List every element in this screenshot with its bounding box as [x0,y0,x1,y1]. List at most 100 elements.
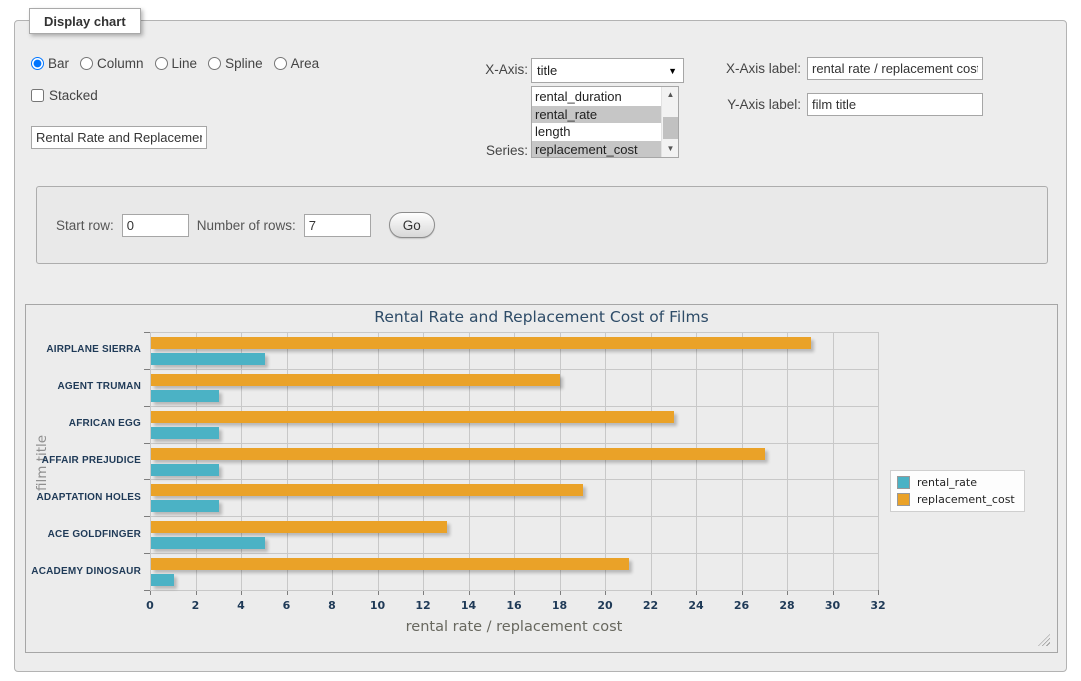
chart-title: Rental Rate and Replacement Cost of Film… [26,308,1057,326]
gridline-vertical [150,332,151,590]
x-tick-label: 10 [361,599,395,612]
bar-replacement_cost [151,411,674,423]
radio-area[interactable] [274,57,287,70]
y-tick-mark [144,590,150,591]
scrollbar-thumb[interactable] [663,117,678,139]
x-axis-title: rental rate / replacement cost [150,619,878,635]
gridline-vertical [514,332,515,590]
x-axis-label-input[interactable] [807,57,983,80]
scroll-down-icon[interactable]: ▼ [662,141,679,157]
chart-type-option-area[interactable]: Area [274,56,320,71]
gridline-vertical [742,332,743,590]
gridline-vertical [287,332,288,590]
series-option-rental_duration[interactable]: rental_duration [532,88,661,106]
y-axis-label-label: Y-Axis label: [651,97,801,112]
x-axis-label-label: X-Axis label: [651,61,801,76]
x-tick-label: 28 [770,599,804,612]
chart-type-option-spline[interactable]: Spline [208,56,263,71]
radio-label: Column [97,56,144,71]
gridline-vertical [605,332,606,590]
gridline-vertical [241,332,242,590]
chart-title-input[interactable] [31,126,207,149]
chart-type-option-bar[interactable]: Bar [31,56,69,71]
chart-panel: Rental Rate and Replacement Cost of Film… [25,304,1058,653]
num-rows-input[interactable] [304,214,371,237]
fieldset-legend-label: Display chart [44,14,126,29]
go-button[interactable]: Go [389,212,435,238]
x-tick-label: 8 [315,599,349,612]
bar-rental_rate [151,353,265,365]
series-option-replacement_cost[interactable]: replacement_cost [532,141,661,159]
series-option-length[interactable]: length [532,123,661,141]
x-tick-mark [878,590,879,595]
x-tick-label: 6 [270,599,304,612]
gridline-vertical [332,332,333,590]
fieldset-legend: Display chart [29,8,141,34]
x-tick-label: 24 [679,599,713,612]
category-label: ACADEMY DINOSAUR [26,566,141,578]
gridline-vertical [651,332,652,590]
stacked-checkbox[interactable] [31,89,44,102]
bar-replacement_cost [151,558,629,570]
legend-swatch-rental_rate [897,476,910,489]
y-tick-mark [144,443,150,444]
gridline-horizontal [150,406,878,407]
x-tick-label: 20 [588,599,622,612]
gridline-horizontal [150,553,878,554]
legend-label: rental_rate [917,476,977,489]
x-tick-label: 26 [725,599,759,612]
chart-legend: rental_ratereplacement_cost [890,470,1025,512]
gridline-vertical [469,332,470,590]
x-tick-label: 16 [497,599,531,612]
category-label: ADAPTATION HOLES [26,492,141,504]
y-tick-mark [144,553,150,554]
resize-handle-icon[interactable] [1038,634,1050,646]
gridline-vertical [878,332,879,590]
gridline-horizontal [150,443,878,444]
legend-swatch-replacement_cost [897,493,910,506]
num-rows-label: Number of rows: [197,218,296,233]
bar-replacement_cost [151,484,583,496]
x-tick-label: 4 [224,599,258,612]
radio-label: Bar [48,56,69,71]
y-tick-mark [144,516,150,517]
gridline-horizontal [150,590,878,591]
legend-row: rental_rate [897,476,1015,489]
chart-type-option-column[interactable]: Column [80,56,144,71]
x-tick-label: 14 [452,599,486,612]
bar-rental_rate [151,537,265,549]
series-option-rental_rate[interactable]: rental_rate [532,106,661,124]
x-axis-select-value: title [537,63,557,78]
x-tick-label: 30 [816,599,850,612]
start-row-label: Start row: [56,218,114,233]
bar-replacement_cost [151,337,811,349]
gridline-horizontal [150,332,878,333]
x-tick-label: 32 [861,599,895,612]
chart-type-option-line[interactable]: Line [155,56,198,71]
gridline-horizontal [150,516,878,517]
radio-column[interactable] [80,57,93,70]
bar-replacement_cost [151,374,560,386]
radio-spline[interactable] [208,57,221,70]
stacked-label: Stacked [49,88,98,103]
gridline-horizontal [150,479,878,480]
bar-replacement_cost [151,448,765,460]
radio-bar[interactable] [31,57,44,70]
y-tick-mark [144,369,150,370]
gridline-vertical [696,332,697,590]
x-tick-label: 18 [543,599,577,612]
radio-label: Line [172,56,198,71]
display-chart-fieldset: Display chart BarColumnLineSplineArea St… [14,20,1067,672]
radio-line[interactable] [155,57,168,70]
bar-replacement_cost [151,521,447,533]
start-row-input[interactable] [122,214,189,237]
category-label: AIRPLANE SIERRA [26,344,141,356]
x-axis-select-label: X-Axis: [395,62,528,77]
stacked-checkbox-row[interactable]: Stacked [31,88,98,103]
gridline-vertical [560,332,561,590]
y-axis-label-input[interactable] [807,93,983,116]
x-tick-label: 22 [634,599,668,612]
category-label: ACE GOLDFINGER [26,529,141,541]
chart-type-radios: Bar Column Line Spline Area [31,56,319,71]
gridline-vertical [833,332,834,590]
